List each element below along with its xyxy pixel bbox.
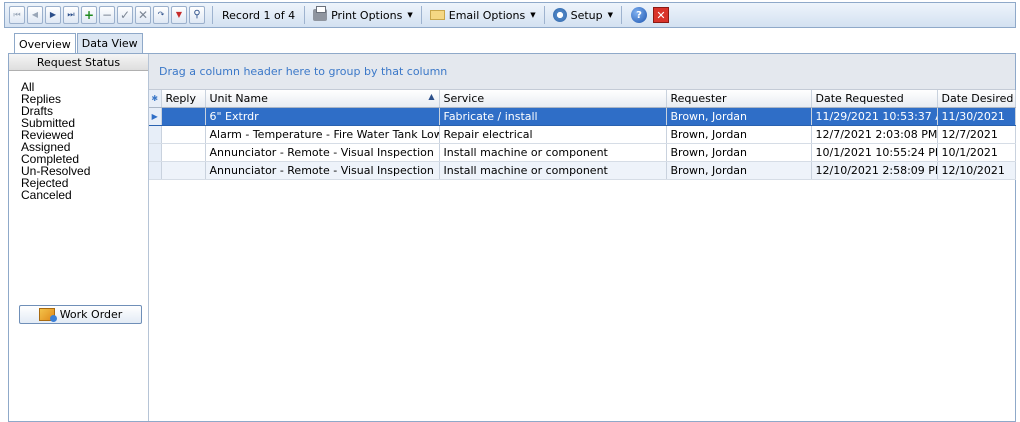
chevron-down-icon: ▼ [407, 11, 413, 19]
next-record-icon[interactable]: ▶ [45, 6, 61, 24]
table-row[interactable]: Alarm - Temperature - Fire Water Tank Lo… [149, 125, 1016, 144]
cell-date-desired[interactable]: 12/10/2021 [937, 161, 1016, 180]
cell-requester[interactable]: Brown, Jordan [666, 107, 812, 126]
column-header-requester[interactable]: Requester [666, 90, 812, 108]
group-by-hint: Drag a column header here to group by th… [159, 65, 448, 78]
cell-unit-name[interactable]: Annunciator - Remote - Visual Inspection [205, 143, 440, 162]
find-icon[interactable]: ⚲ [189, 6, 205, 24]
filter-icon[interactable]: ▼ [171, 6, 187, 24]
tab-overview[interactable]: Overview [14, 33, 76, 54]
work-order-icon [38, 308, 57, 322]
column-header-reply[interactable]: Reply [161, 90, 206, 108]
record-counter: Record 1 of 4 [222, 8, 296, 22]
table-row[interactable]: Annunciator - Remote - Visual Inspection… [149, 161, 1016, 180]
add-icon[interactable]: + [81, 6, 97, 24]
cell-reply[interactable] [161, 161, 206, 180]
row-selector[interactable]: ▶ [149, 107, 162, 126]
email-options-label: Email Options [448, 8, 526, 22]
cell-date-desired[interactable]: 10/1/2021 [937, 143, 1016, 162]
cell-requester[interactable]: Brown, Jordan [666, 143, 812, 162]
toolbar-separator [621, 6, 623, 24]
row-selector-header[interactable]: ✱ [149, 90, 162, 108]
group-by-area[interactable]: Drag a column header here to group by th… [149, 54, 1015, 90]
requests-table: ✱ Reply Unit Name ▲ Service Requester Dat… [149, 90, 1016, 180]
cell-unit-name[interactable]: 6" Extrdr [205, 107, 440, 126]
cell-date-requested[interactable]: 12/10/2021 2:58:09 PM [811, 161, 938, 180]
toolbar: ⏮ ◀ ▶ ⏭ + − ✓ ✕ ↷ ▼ ⚲ Record 1 of 4 Prin… [4, 2, 1016, 28]
work-order-label: Work Order [59, 308, 123, 321]
accept-icon[interactable]: ✓ [117, 6, 133, 24]
column-header-date-desired[interactable]: Date Desired [937, 90, 1016, 108]
work-order-button[interactable]: Work Order [19, 305, 142, 324]
cell-date-requested[interactable]: 11/29/2021 10:53:37 AM [811, 107, 938, 126]
row-selector[interactable] [149, 143, 162, 162]
column-header-date-requested[interactable]: Date Requested [811, 90, 938, 108]
chevron-down-icon: ▼ [530, 11, 536, 19]
row-selector[interactable] [149, 125, 162, 144]
cell-requester[interactable]: Brown, Jordan [666, 125, 812, 144]
setup-button[interactable]: Setup ▼ [550, 5, 616, 25]
status-item-canceled[interactable]: Canceled [21, 189, 148, 201]
sort-ascending-icon: ▲ [428, 91, 435, 101]
column-header-service[interactable]: Service [439, 90, 667, 108]
close-icon[interactable]: ✕ [653, 7, 670, 23]
table-row[interactable]: ▶ 6" Extrdr Fabricate / install Brown, J… [149, 107, 1016, 126]
chevron-down-icon: ▼ [607, 11, 614, 19]
last-record-icon[interactable]: ⏭ [63, 6, 79, 24]
cancel-icon[interactable]: ✕ [135, 6, 151, 24]
cell-service[interactable]: Fabricate / install [439, 107, 667, 126]
cell-unit-name[interactable]: Annunciator - Remote - Visual Inspection [205, 161, 440, 180]
toolbar-separator [420, 6, 422, 24]
print-options-button[interactable]: Print Options ▼ [310, 5, 416, 25]
table-row[interactable]: Annunciator - Remote - Visual Inspection… [149, 143, 1016, 162]
cell-date-requested[interactable]: 12/7/2021 2:03:08 PM [811, 125, 938, 144]
column-header-unit-name[interactable]: Unit Name ▲ [205, 90, 440, 108]
request-status-header: Request Status [9, 54, 148, 71]
cell-service[interactable]: Install machine or component [439, 143, 667, 162]
gear-icon [552, 8, 567, 22]
cell-date-desired[interactable]: 12/7/2021 [937, 125, 1016, 144]
tab-strip: Overview Data View [14, 33, 144, 54]
toolbar-separator [304, 6, 306, 24]
requests-grid: Drag a column header here to group by th… [149, 54, 1016, 421]
toolbar-separator [543, 6, 545, 24]
request-status-panel: Request Status All Replies Drafts Submit… [9, 54, 149, 421]
setup-label: Setup [570, 8, 603, 22]
cell-service[interactable]: Repair electrical [439, 125, 667, 144]
column-header-unit-name-label: Unit Name [209, 91, 268, 105]
toolbar-separator [212, 6, 213, 24]
envelope-icon [429, 10, 445, 20]
refresh-icon[interactable]: ↷ [153, 6, 169, 24]
printer-icon [313, 6, 328, 21]
overview-panel: Request Status All Replies Drafts Submit… [8, 53, 1016, 422]
cell-reply[interactable] [161, 107, 206, 126]
current-row-icon: ▶ [151, 111, 158, 121]
cell-date-requested[interactable]: 10/1/2021 10:55:24 PM [811, 143, 938, 162]
cell-service[interactable]: Install machine or component [439, 161, 667, 180]
print-options-label: Print Options [331, 8, 403, 22]
cell-unit-name[interactable]: Alarm - Temperature - Fire Water Tank Lo… [205, 125, 440, 144]
help-icon[interactable]: ? [631, 7, 648, 23]
cell-reply[interactable] [161, 143, 206, 162]
request-status-list: All Replies Drafts Submitted Reviewed As… [9, 71, 148, 201]
cell-reply[interactable] [161, 125, 206, 144]
first-record-icon[interactable]: ⏮ [9, 6, 25, 24]
row-selector[interactable] [149, 161, 162, 180]
table-header-row: ✱ Reply Unit Name ▲ Service Requester Dat… [149, 90, 1016, 108]
cell-requester[interactable]: Brown, Jordan [666, 161, 812, 180]
email-options-button[interactable]: Email Options ▼ [427, 5, 539, 25]
tab-data-view[interactable]: Data View [76, 33, 143, 53]
remove-icon[interactable]: − [99, 6, 115, 24]
cell-date-desired[interactable]: 11/30/2021 [937, 107, 1016, 126]
prev-record-icon[interactable]: ◀ [27, 6, 43, 24]
